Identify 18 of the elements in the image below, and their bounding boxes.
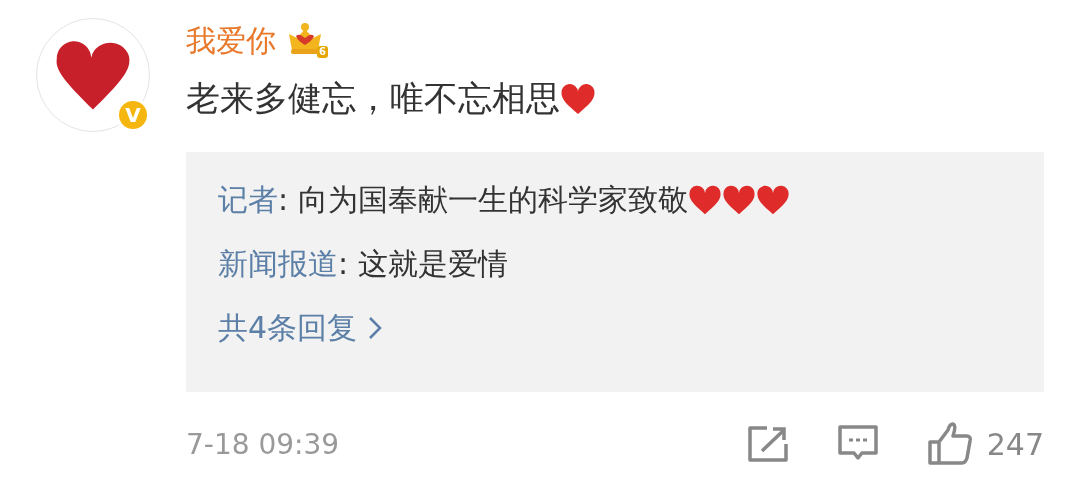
timestamp: 7-18 09:39	[186, 427, 341, 461]
heart-icon	[687, 183, 722, 217]
reply-text: : 这就是爱情	[338, 244, 508, 283]
verified-badge: V	[116, 98, 150, 132]
heart-icon	[560, 81, 596, 117]
like-count: 247	[986, 426, 1044, 462]
chevron-right-icon	[367, 315, 384, 341]
more-replies-link[interactable]: 共4条回复	[218, 306, 1012, 350]
crown-badge: 6	[286, 22, 328, 60]
reply-author[interactable]: 新闻报道	[218, 243, 338, 285]
heart-icon	[721, 183, 756, 217]
username[interactable]: 我爱你	[186, 20, 276, 62]
share-icon[interactable]	[746, 425, 789, 463]
reply-text: : 向为国奉献一生的科学家致敬	[278, 180, 688, 219]
reply-author[interactable]: 记者	[218, 179, 278, 221]
thumbs-up-icon[interactable]	[926, 422, 973, 466]
comment-text: 老来多健忘，唯不忘相思	[186, 77, 560, 120]
heart-icon	[755, 183, 790, 217]
